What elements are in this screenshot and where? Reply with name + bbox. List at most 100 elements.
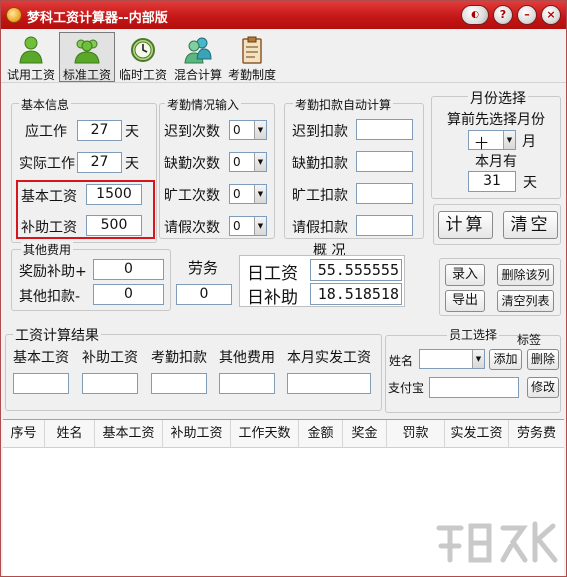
truancy-count-label: 旷工次数 [164,188,220,204]
column-header[interactable]: 姓名 [45,420,95,448]
close-icon[interactable]: × [541,5,561,25]
modify-button[interactable]: 修改 [527,377,559,398]
alipay-input[interactable] [429,377,519,398]
result-title: 工资计算结果 [13,325,101,345]
result-subsidy-field[interactable] [82,373,138,394]
actual-work-input[interactable]: 27 [77,152,122,173]
tool-attendance-policy[interactable]: 考勤制度 [225,32,279,82]
late-deduction-field[interactable] [356,119,413,140]
actual-work-label: 实际工作 [19,156,75,172]
tool-label: 考勤制度 [227,68,276,82]
late-count-label: 迟到次数 [164,124,220,140]
result-other-fees-field[interactable] [219,373,275,394]
person-green-icon [19,36,43,64]
basic-info-title: 基本信息 [19,96,72,113]
result-attendance-deduct-field[interactable] [151,373,207,394]
window-title: 梦科工资计算器--内部版 [27,11,168,26]
dropdown-arrow-icon[interactable]: ▼ [472,350,484,368]
labor-input[interactable]: 0 [176,284,232,305]
result-net-salary-field[interactable] [287,373,371,394]
bonus-input[interactable]: 0 [93,259,164,280]
tool-trial-salary[interactable]: 试用工资 [4,32,58,82]
tool-label: 试用工资 [6,68,55,82]
days-field[interactable]: 31 [468,171,516,192]
delete-employee-button[interactable]: 删除 [527,349,559,370]
column-header[interactable]: 金额 [299,420,343,448]
truancy-deduction-label: 旷工扣款 [292,188,348,204]
daily-wage-value: 55.555555 [310,259,402,281]
tool-label: 标准工资 [62,68,111,82]
column-header[interactable]: 奖金 [343,420,387,448]
truancy-deduction-field[interactable] [356,183,413,204]
days-unit: 天 [523,175,537,191]
export-button[interactable]: 导出 [445,290,485,312]
column-header[interactable]: 基本工资 [95,420,163,448]
title-bar: 梦科工资计算器--内部版 ◐ ? – × [1,1,566,29]
other-deduct-label: 其他扣款- [19,289,81,305]
clock-icon [131,38,155,62]
days-label: 本月有 [475,154,517,170]
enter-button[interactable]: 录入 [445,264,485,286]
result-base-salary-field[interactable] [13,373,69,394]
column-header[interactable]: 劳务费 [509,420,564,448]
highlight-frame [16,180,155,239]
tool-temp-salary[interactable]: 临时工资 [116,32,170,82]
app-logo-icon [6,7,22,23]
other-deduct-input[interactable]: 0 [93,284,164,305]
tool-mixed-calc[interactable]: 混合计算 [171,32,225,82]
help-icon[interactable]: ? [493,5,513,25]
select-value: 0 [233,155,241,169]
calculate-button[interactable]: 计算 [438,211,493,239]
tool-standard-salary[interactable]: 标准工资 [59,32,115,82]
select-value: 0 [233,187,241,201]
column-header[interactable]: 工作天数 [231,420,299,448]
add-employee-button[interactable]: 添加 [489,349,522,370]
result-other-fees-label: 其他费用 [219,350,275,366]
result-net-salary-label: 本月实发工资 [287,350,371,366]
clear-list-button[interactable]: 清空列表 [497,290,554,312]
summary-panel: 日工资 55.555555 日补助 18.518518 [239,255,405,308]
dropdown-arrow-icon[interactable]: ▼ [254,185,266,203]
column-header[interactable]: 补助工资 [163,420,231,448]
late-deduction-label: 迟到扣款 [292,124,348,140]
deduction-auto-title: 考勤扣款自动计算 [293,96,394,113]
select-value: 0 [233,219,241,233]
column-header[interactable]: 实发工资 [445,420,509,448]
should-work-input[interactable]: 27 [77,120,122,141]
month-hint: 算前先选择月份 [447,112,545,128]
dropdown-arrow-icon[interactable]: ▼ [254,153,266,171]
leave-count-label: 请假次数 [164,220,220,236]
attendance-input-title: 考勤情况输入 [165,96,242,113]
alipay-label: 支付宝 [388,381,425,395]
should-work-label: 应工作 [25,124,67,140]
minimize-icon[interactable]: – [517,5,537,25]
absence-deduction-field[interactable] [356,151,413,172]
people-teal-icon [184,37,212,64]
late-count-select[interactable]: 0 ▼ [229,120,267,140]
month-select[interactable]: 十 ▼ [468,130,516,152]
clipboard-icon [242,36,262,64]
absence-count-select[interactable]: 0 ▼ [229,152,267,172]
dropdown-arrow-icon[interactable]: ▼ [503,131,515,149]
dropdown-arrow-icon[interactable]: ▼ [254,121,266,139]
daily-subsidy-label: 日补助 [247,288,298,308]
watermark-logo [436,521,558,563]
skin-menu-icon[interactable]: ◐ [461,5,489,25]
month-select-title: 月份选择 [468,88,528,108]
clear-button[interactable]: 清空 [503,211,558,239]
delete-row-button[interactable]: 删除该列 [497,264,554,286]
tag-label: 标签 [517,333,542,347]
table-header: 序号 姓名 基本工资 补助工资 工作天数 金额 奖金 罚款 实发工资 劳务费 [3,420,564,448]
result-subsidy-label: 补助工资 [82,350,138,366]
column-header[interactable]: 罚款 [387,420,445,448]
employee-name-select[interactable]: ▼ [419,349,485,369]
month-unit: 月 [522,134,536,150]
leave-deduction-field[interactable] [356,215,413,236]
dropdown-arrow-icon[interactable]: ▼ [254,217,266,235]
result-base-salary-label: 基本工资 [13,350,69,366]
day-unit: 天 [125,124,139,140]
column-header[interactable]: 序号 [3,420,45,448]
leave-count-select[interactable]: 0 ▼ [229,216,267,236]
truancy-count-select[interactable]: 0 ▼ [229,184,267,204]
day-unit: 天 [125,156,139,172]
